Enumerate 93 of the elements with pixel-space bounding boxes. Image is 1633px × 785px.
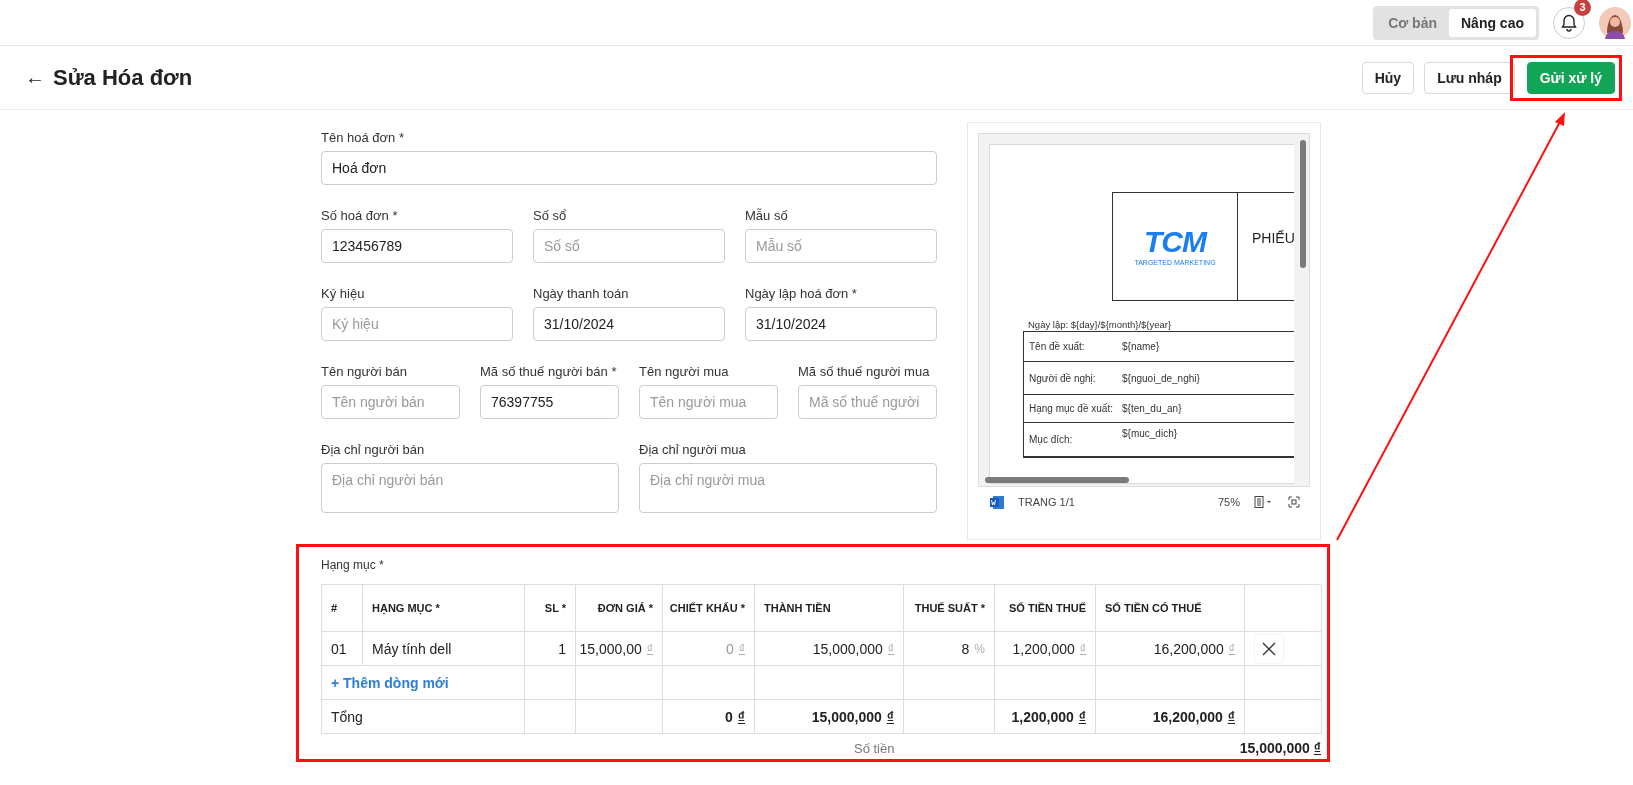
column-header: SỐ TIỀN CÓ THUẾ — [1096, 585, 1245, 632]
text-area[interactable]: Địa chỉ người mua — [639, 463, 937, 513]
input-field[interactable]: Ký hiệu — [321, 307, 513, 341]
column-header: HẠNG MỤC * — [363, 585, 525, 632]
field-label: Mã số thuế người bán * — [480, 364, 618, 379]
field-label: Ngày lập hoá đơn * — [745, 286, 858, 301]
field-label: Mã số thuế người mua — [798, 364, 931, 379]
table-cell[interactable]: Máy tính dell — [363, 632, 525, 666]
column-header: ĐƠN GIÁ * — [576, 585, 663, 632]
field-label: Mẫu số — [745, 208, 789, 223]
document-heading: PHIẾU — [1251, 229, 1294, 248]
currency-unit: ₫ — [1313, 740, 1321, 756]
table-cell-text: ${ten_du_an} — [1122, 402, 1183, 416]
view-mode-icon[interactable] — [1254, 496, 1274, 508]
row-label: Mục đích: — [1028, 434, 1074, 445]
text-area[interactable]: Địa chỉ người bán — [321, 463, 619, 513]
table-cell-text: ${name} — [1122, 340, 1161, 354]
input-field[interactable]: Mã số thuế người — [798, 385, 937, 419]
column-header: # — [322, 585, 363, 632]
page-indicator: TRANG 1/1 — [1018, 496, 1075, 508]
amount-value[interactable]: 8 — [961, 640, 970, 657]
section-label: Hạng mục * — [321, 558, 385, 572]
field-label: Tên người bán — [321, 364, 408, 379]
add-row-link[interactable]: + Thêm dòng mới — [331, 674, 449, 691]
amount-value[interactable]: 15,000,00 — [579, 640, 642, 657]
input-field[interactable]: Số sổ — [533, 229, 725, 263]
field-label: Địa chỉ người bán — [321, 442, 426, 457]
table-cell-text: ${muc_dich} — [1122, 427, 1179, 441]
currency-unit: ₫ — [1228, 641, 1235, 656]
delete-button[interactable] — [1254, 633, 1284, 664]
notification-badge: 3 — [1574, 0, 1591, 16]
page-title: Sửa Hóa đơn — [53, 64, 193, 91]
input-field[interactable]: 76397755 — [480, 385, 619, 419]
input-field[interactable]: Mẫu số — [745, 229, 937, 263]
row-label: Tên đề xuất: — [1028, 341, 1086, 352]
field-label: Tên người mua — [639, 364, 730, 379]
company-logo: TCM — [1144, 227, 1206, 257]
field-label: Tên hoá đơn * — [321, 130, 405, 145]
action-button[interactable]: Hủy — [1361, 61, 1415, 94]
currency-unit: ₫ — [1078, 708, 1086, 725]
column-header: THUẾ SUẤT * — [904, 585, 995, 632]
mode-option[interactable]: Cơ bản — [1376, 8, 1449, 37]
table-cell[interactable]: 1 — [525, 632, 576, 666]
table-cell: 01 — [322, 632, 363, 666]
currency-unit: ₫ — [737, 708, 745, 725]
fullscreen-icon[interactable] — [1288, 496, 1300, 508]
currency-unit: ₫ — [886, 708, 894, 725]
input-field[interactable]: Hoá đơn — [321, 151, 937, 185]
mode-option[interactable]: Nâng cao — [1449, 8, 1536, 37]
amount-value: 1,200,000 — [1011, 708, 1074, 725]
currency-unit: ₫ — [887, 641, 894, 656]
table-cell-text: ${nguoi_de_nghi} — [1122, 371, 1201, 386]
scrollbar-thumb[interactable] — [1300, 140, 1306, 268]
action-button[interactable]: Lưu nháp — [1424, 61, 1515, 94]
amount-value: 0 — [725, 708, 733, 725]
column-header: SL * — [525, 585, 576, 632]
summary-amount: 15,000,000 — [1239, 740, 1310, 756]
currency-unit: ₫ — [1079, 641, 1086, 656]
input-field[interactable]: 31/10/2024 — [745, 307, 937, 341]
total-label: Tổng — [322, 700, 525, 734]
field-label: Ngày thanh toán — [533, 286, 630, 301]
back-link[interactable]: ← — [25, 66, 45, 89]
input-field[interactable]: Tên người bán — [321, 385, 460, 419]
column-header: SỐ TIỀN THUẾ — [995, 585, 1096, 632]
input-field[interactable]: Tên người mua — [639, 385, 778, 419]
column-header: CHIẾT KHẤU * — [663, 585, 755, 632]
amount-value[interactable]: 15,000,000 — [812, 640, 883, 657]
field-label: Số sổ — [533, 208, 568, 223]
field-label: Ký hiệu — [321, 286, 366, 301]
field-label: Địa chỉ người mua — [639, 442, 747, 457]
amount-value: 15,000,000 — [811, 708, 882, 725]
input-field[interactable]: 31/10/2024 — [533, 307, 725, 341]
date-line: Ngày lập: ${day}/${month}/${year} — [1028, 319, 1173, 330]
avatar[interactable] — [1599, 6, 1631, 39]
amount-value: 16,200,000 — [1152, 708, 1223, 725]
input-field[interactable]: 123456789 — [321, 229, 513, 263]
row-label: Người đề nghị: — [1028, 372, 1097, 384]
currency-unit: ₫ — [1227, 708, 1235, 725]
word-icon — [990, 495, 1004, 509]
bell-icon — [1561, 13, 1577, 32]
amount-value[interactable]: 16,200,000 — [1153, 640, 1224, 657]
currency-unit: ₫ — [646, 641, 653, 656]
column-header: THÀNH TIỀN — [755, 585, 904, 632]
zoom-level: 75% — [1217, 496, 1240, 508]
summary-label: Số tiền — [854, 740, 896, 756]
row-label: Hạng mục đề xuất: — [1028, 403, 1114, 414]
amount-value[interactable]: 1,200,000 — [1012, 640, 1075, 657]
percent-unit: % — [974, 641, 985, 656]
currency-unit: ₫ — [738, 641, 745, 656]
field-label: Số hoá đơn * — [321, 208, 399, 223]
scrollbar-thumb[interactable] — [985, 477, 1129, 483]
close-icon — [1262, 641, 1276, 656]
table-cell — [525, 700, 576, 734]
